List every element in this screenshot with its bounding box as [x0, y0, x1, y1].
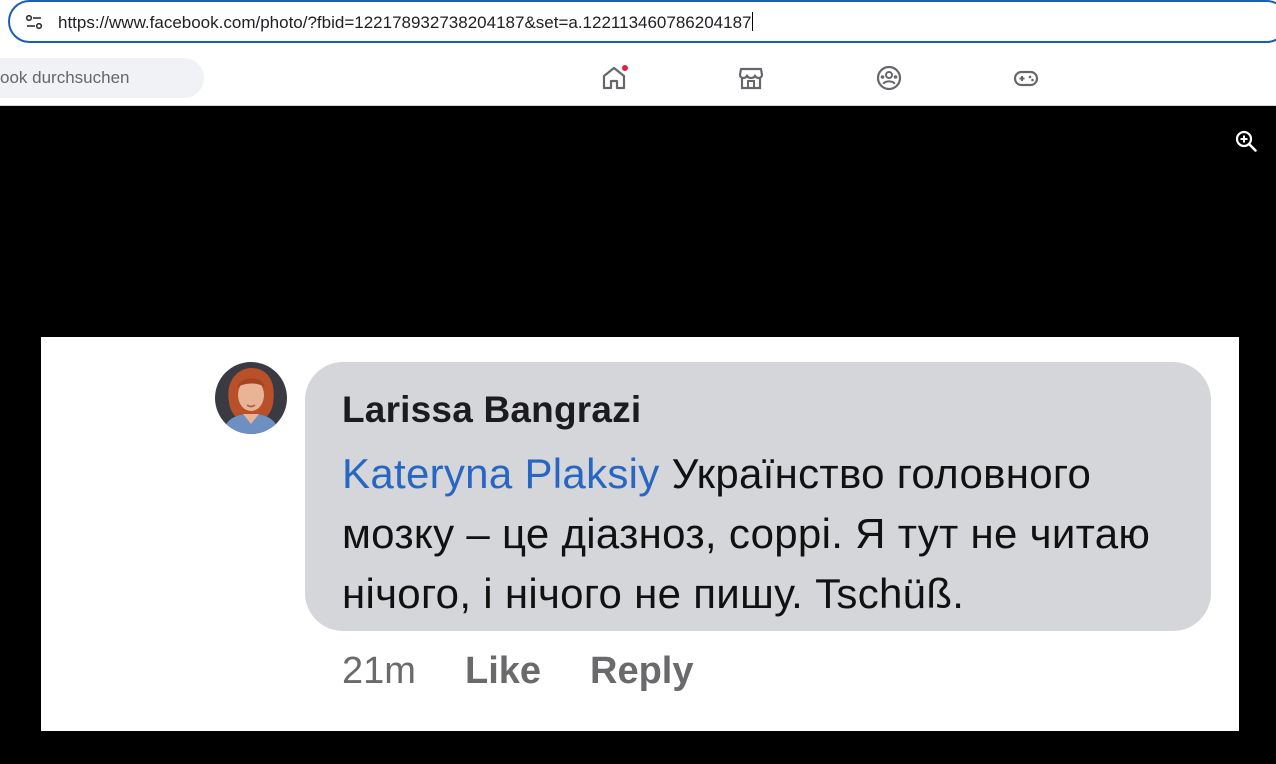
notification-dot: [621, 64, 629, 72]
zoom-in-icon[interactable]: [1234, 129, 1258, 153]
like-label: Like: [465, 650, 542, 692]
facebook-search-input[interactable]: ook durchsuchen: [0, 58, 204, 98]
gaming-icon[interactable]: [1013, 65, 1039, 91]
groups-icon[interactable]: [876, 65, 902, 91]
avatar: [215, 362, 287, 434]
site-info-icon[interactable]: [24, 12, 44, 32]
address-bar[interactable]: https://www.facebook.com/photo/?fbid=122…: [8, 0, 1276, 43]
text-caret: [752, 12, 754, 31]
url-text: https://www.facebook.com/photo/?fbid=122…: [58, 13, 752, 32]
facebook-top-nav: ook durchsuchen: [0, 48, 1276, 106]
url-field[interactable]: https://www.facebook.com/photo/?fbid=122…: [58, 12, 754, 33]
comment-author: Larissa Bangrazi: [342, 389, 642, 430]
mention-link: Kateryna Plaksiy: [342, 450, 660, 497]
marketplace-icon[interactable]: [738, 65, 764, 91]
avatar-portrait: [215, 362, 287, 434]
reply-label: Reply: [590, 650, 694, 692]
photo-image: Larissa Bangrazi Kateryna Plaksiy Україн…: [41, 337, 1239, 731]
comment-bubble: Larissa Bangrazi Kateryna Plaksiy Україн…: [305, 362, 1211, 631]
search-placeholder: ook durchsuchen: [0, 68, 130, 87]
comment-timestamp: 21m: [342, 650, 416, 692]
comment-body: Kateryna Plaksiy Українство головного мо…: [342, 444, 1202, 624]
browser-toolbar: https://www.facebook.com/photo/?fbid=122…: [0, 0, 1276, 48]
